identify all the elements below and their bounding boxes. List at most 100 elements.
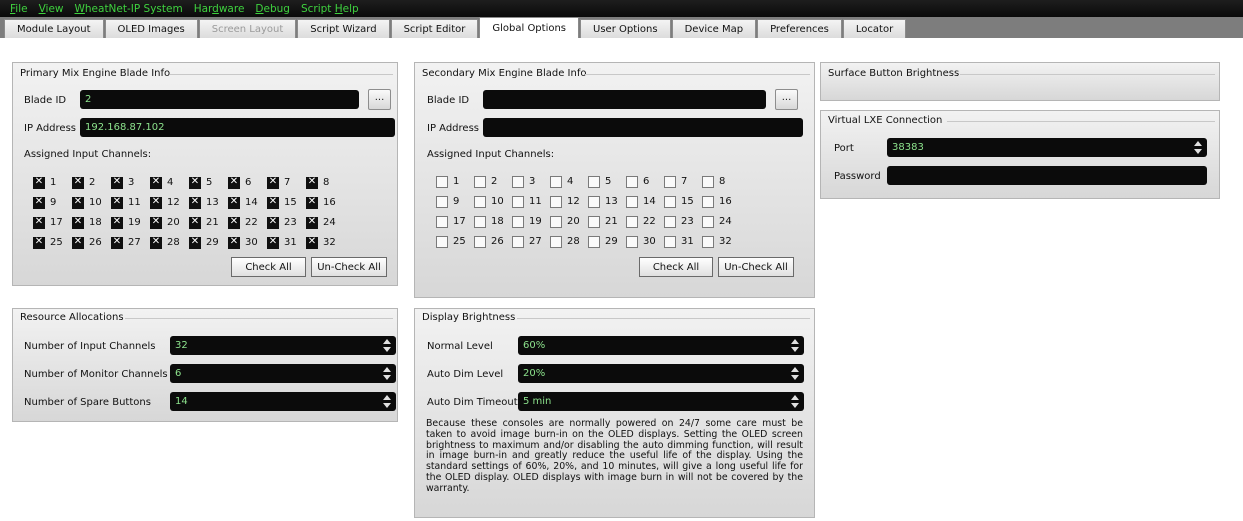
checked-box-icon[interactable] xyxy=(111,176,123,189)
channel-checkbox[interactable]: 8 xyxy=(306,176,329,189)
channel-checkbox[interactable]: 27 xyxy=(111,236,141,249)
channel-checkbox[interactable]: 22 xyxy=(626,215,656,228)
unchecked-box-icon[interactable] xyxy=(512,215,524,228)
channel-checkbox[interactable]: 6 xyxy=(228,176,251,189)
menu-item-file[interactable]: File xyxy=(10,3,28,15)
checked-box-icon[interactable] xyxy=(111,196,123,209)
spinner-icon[interactable] xyxy=(1194,141,1202,154)
channel-checkbox[interactable]: 31 xyxy=(267,236,297,249)
channel-checkbox[interactable]: 5 xyxy=(189,176,212,189)
channel-checkbox[interactable]: 8 xyxy=(702,175,725,188)
checked-box-icon[interactable] xyxy=(267,176,279,189)
channel-checkbox[interactable]: 4 xyxy=(550,175,573,188)
spinner-icon[interactable] xyxy=(791,395,799,408)
unchecked-box-icon[interactable] xyxy=(626,235,638,248)
unchecked-box-icon[interactable] xyxy=(702,195,714,208)
checked-box-icon[interactable] xyxy=(72,236,84,249)
unchecked-box-icon[interactable] xyxy=(626,215,638,228)
tab-device-map[interactable]: Device Map xyxy=(671,19,757,38)
checked-box-icon[interactable] xyxy=(33,236,45,249)
tab-oled-images[interactable]: OLED Images xyxy=(104,19,198,38)
channel-checkbox[interactable]: 24 xyxy=(306,216,336,229)
unchecked-box-icon[interactable] xyxy=(588,235,600,248)
channel-checkbox[interactable]: 5 xyxy=(588,175,611,188)
secondary-blade-id-field[interactable] xyxy=(483,90,766,109)
spinner-icon[interactable] xyxy=(791,367,799,380)
channel-checkbox[interactable]: 11 xyxy=(512,195,542,208)
channel-checkbox[interactable]: 13 xyxy=(588,195,618,208)
checked-box-icon[interactable] xyxy=(189,196,201,209)
channel-checkbox[interactable]: 20 xyxy=(550,215,580,228)
tab-global-options[interactable]: Global Options xyxy=(479,17,580,38)
unchecked-box-icon[interactable] xyxy=(702,175,714,188)
primary-blade-id-field[interactable]: 2 xyxy=(80,90,359,109)
channel-checkbox[interactable]: 32 xyxy=(306,236,336,249)
unchecked-box-icon[interactable] xyxy=(588,195,600,208)
secondary-check-all-button[interactable]: Check All xyxy=(639,257,713,277)
channel-checkbox[interactable]: 28 xyxy=(150,236,180,249)
unchecked-box-icon[interactable] xyxy=(474,195,486,208)
unchecked-box-icon[interactable] xyxy=(550,175,562,188)
channel-checkbox[interactable]: 12 xyxy=(550,195,580,208)
setting-spinbox[interactable]: 5 min xyxy=(518,392,804,411)
unchecked-box-icon[interactable] xyxy=(436,235,448,248)
channel-checkbox[interactable]: 25 xyxy=(436,235,466,248)
channel-checkbox[interactable]: 6 xyxy=(626,175,649,188)
setting-spinbox[interactable]: 6 xyxy=(170,364,396,383)
setting-spinbox[interactable]: 20% xyxy=(518,364,804,383)
channel-checkbox[interactable]: 32 xyxy=(702,235,732,248)
channel-checkbox[interactable]: 12 xyxy=(150,196,180,209)
channel-checkbox[interactable]: 2 xyxy=(72,176,95,189)
checked-box-icon[interactable] xyxy=(267,216,279,229)
channel-checkbox[interactable]: 15 xyxy=(267,196,297,209)
unchecked-box-icon[interactable] xyxy=(664,195,676,208)
tab-user-options[interactable]: User Options xyxy=(580,19,671,38)
channel-checkbox[interactable]: 27 xyxy=(512,235,542,248)
channel-checkbox[interactable]: 15 xyxy=(664,195,694,208)
channel-checkbox[interactable]: 10 xyxy=(72,196,102,209)
unchecked-box-icon[interactable] xyxy=(664,175,676,188)
channel-checkbox[interactable]: 21 xyxy=(588,215,618,228)
channel-checkbox[interactable]: 22 xyxy=(228,216,258,229)
spinner-icon[interactable] xyxy=(383,367,391,380)
checked-box-icon[interactable] xyxy=(111,236,123,249)
checked-box-icon[interactable] xyxy=(72,176,84,189)
checked-box-icon[interactable] xyxy=(72,196,84,209)
unchecked-box-icon[interactable] xyxy=(550,215,562,228)
channel-checkbox[interactable]: 7 xyxy=(267,176,290,189)
checked-box-icon[interactable] xyxy=(150,176,162,189)
unchecked-box-icon[interactable] xyxy=(626,195,638,208)
channel-checkbox[interactable]: 4 xyxy=(150,176,173,189)
unchecked-box-icon[interactable] xyxy=(664,235,676,248)
tab-preferences[interactable]: Preferences xyxy=(757,19,842,38)
tab-script-wizard[interactable]: Script Wizard xyxy=(297,19,390,38)
checked-box-icon[interactable] xyxy=(150,196,162,209)
unchecked-box-icon[interactable] xyxy=(588,175,600,188)
channel-checkbox[interactable]: 9 xyxy=(33,196,56,209)
setting-spinbox[interactable]: 60% xyxy=(518,336,804,355)
channel-checkbox[interactable]: 19 xyxy=(111,216,141,229)
channel-checkbox[interactable]: 1 xyxy=(33,176,56,189)
checked-box-icon[interactable] xyxy=(150,236,162,249)
channel-checkbox[interactable]: 17 xyxy=(436,215,466,228)
unchecked-box-icon[interactable] xyxy=(436,195,448,208)
checked-box-icon[interactable] xyxy=(111,216,123,229)
setting-spinbox[interactable]: 32 xyxy=(170,336,396,355)
channel-checkbox[interactable]: 29 xyxy=(189,236,219,249)
checked-box-icon[interactable] xyxy=(306,176,318,189)
checked-box-icon[interactable] xyxy=(306,236,318,249)
checked-box-icon[interactable] xyxy=(150,216,162,229)
channel-checkbox[interactable]: 10 xyxy=(474,195,504,208)
spinner-icon[interactable] xyxy=(383,339,391,352)
checked-box-icon[interactable] xyxy=(228,176,240,189)
primary-check-all-button[interactable]: Check All xyxy=(231,257,306,277)
tab-screen-layout[interactable]: Screen Layout xyxy=(198,19,297,38)
primary-browse-button[interactable]: ... xyxy=(368,89,391,110)
channel-checkbox[interactable]: 11 xyxy=(111,196,141,209)
primary-ip-field[interactable]: 192.168.87.102 xyxy=(80,118,395,137)
checked-box-icon[interactable] xyxy=(228,196,240,209)
channel-checkbox[interactable]: 25 xyxy=(33,236,63,249)
spinner-icon[interactable] xyxy=(791,339,799,352)
channel-checkbox[interactable]: 7 xyxy=(664,175,687,188)
password-field[interactable] xyxy=(887,166,1207,185)
